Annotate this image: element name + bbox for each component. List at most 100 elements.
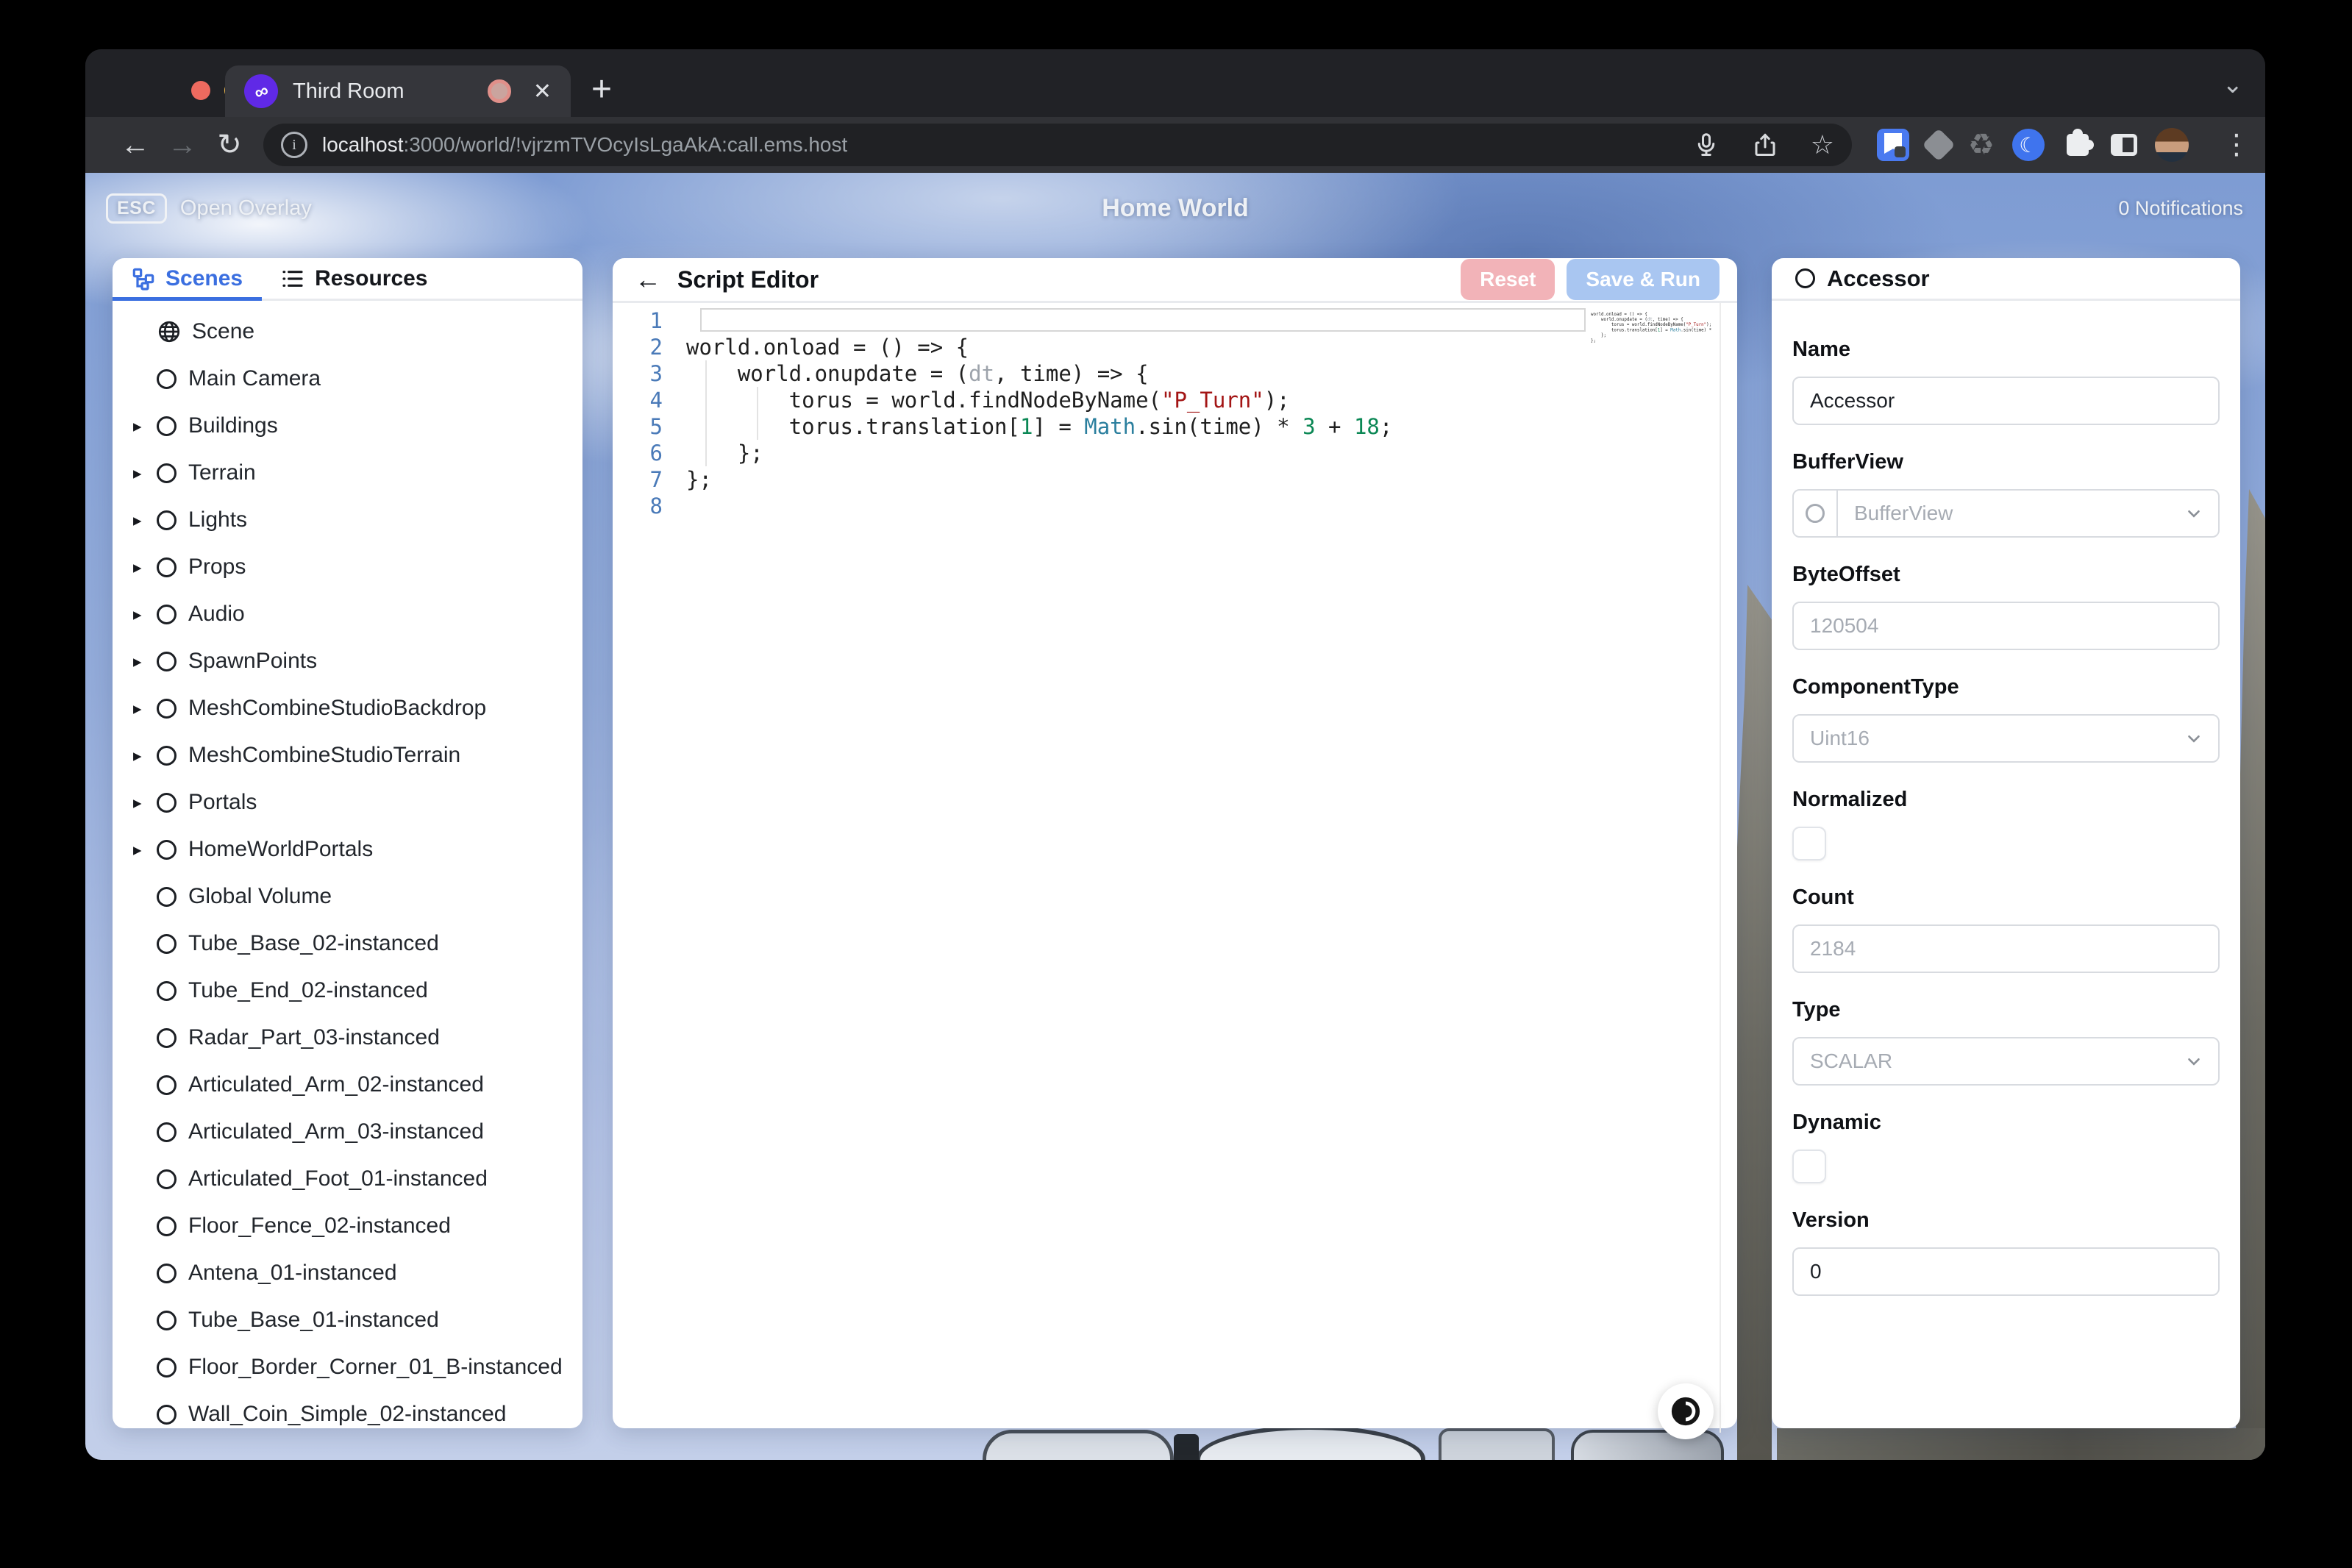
code-editor[interactable]: 12world.onload = () => {3 world.onupdate…	[613, 303, 1737, 1433]
code-line[interactable]: 2world.onload = () => {	[613, 334, 1737, 360]
tree-caret-icon[interactable]: ▸	[133, 557, 157, 577]
tree-item-label: HomeWorldPortals	[188, 837, 373, 862]
name-input[interactable]: Accessor	[1792, 377, 2220, 425]
tree-item-terrain[interactable]: ▸Terrain	[113, 449, 582, 496]
tree-item-audio[interactable]: ▸ Audio	[113, 591, 582, 638]
side-panel-icon[interactable]	[2111, 134, 2137, 156]
tab-overflow-icon[interactable]: ⌄	[2223, 70, 2244, 99]
tree-item-tube-base-02-instanced[interactable]: Tube_Base_02-instanced	[113, 920, 582, 967]
tree-item-tube-end-02-instanced[interactable]: Tube_End_02-instanced	[113, 967, 582, 1014]
code-line[interactable]: 3 world.onupdate = (dt, time) => {	[613, 360, 1737, 387]
extensions-puzzle-icon[interactable]	[2067, 134, 2089, 156]
url-text[interactable]: localhost:3000/world/!vjrzmTVOcyIsLgaAkA…	[322, 133, 847, 157]
new-tab-button[interactable]: +	[591, 67, 612, 113]
traffic-close-button[interactable]	[191, 81, 210, 100]
save-run-button[interactable]: Save & Run	[1567, 259, 1720, 300]
mic-icon[interactable]	[1693, 132, 1720, 158]
contrast-icon	[1670, 1396, 1701, 1427]
tree-item-lights[interactable]: ▸Lights	[113, 496, 582, 544]
ext-password-manager-icon[interactable]	[1877, 129, 1909, 161]
address-bar[interactable]: i localhost:3000/world/!vjrzmTVOcyIsLgaA…	[263, 124, 1852, 166]
tree-item-label: SpawnPoints	[188, 649, 317, 674]
dynamic-checkbox[interactable]	[1792, 1150, 1826, 1183]
tree-item-floor-fence-02-instanced[interactable]: Floor_Fence_02-instanced	[113, 1202, 582, 1250]
tree-item-tube-base-01-instanced[interactable]: Tube_Base_01-instanced	[113, 1297, 582, 1344]
tree-item-label: Tube_Base_02-instanced	[188, 931, 439, 956]
back-button[interactable]: ←	[112, 130, 159, 160]
tree-item-articulated-arm-03-instanced[interactable]: Articulated_Arm_03-instanced	[113, 1108, 582, 1155]
tab-scenes[interactable]: Scenes	[113, 258, 262, 299]
tree-item-props[interactable]: ▸Props	[113, 544, 582, 591]
node-circle-icon	[157, 557, 177, 577]
tree-caret-icon[interactable]: ▸	[133, 793, 157, 813]
reload-button[interactable]: ↻	[206, 130, 253, 160]
browser-menu-icon[interactable]: ⋮	[2223, 131, 2251, 159]
tree-item-spawnpoints[interactable]: ▸ SpawnPoints	[113, 638, 582, 685]
componenttype-select[interactable]: Uint16	[1792, 714, 2220, 763]
tree-item-scene[interactable]: Scene	[113, 308, 582, 355]
tree-item-radar-part-03-instanced[interactable]: Radar_Part_03-instanced	[113, 1014, 582, 1061]
byteoffset-input[interactable]: 120504	[1792, 602, 2220, 650]
theme-toggle-button[interactable]	[1658, 1383, 1714, 1439]
chevron-down-icon	[2184, 729, 2203, 748]
bookmark-star-icon[interactable]: ☆	[1811, 132, 1834, 158]
tree-item-articulated-foot-01-instanced[interactable]: Articulated_Foot_01-instanced	[113, 1155, 582, 1202]
tree-caret-icon[interactable]: ▸	[133, 416, 157, 436]
node-circle-icon	[157, 699, 177, 719]
tree-caret-icon[interactable]: ▸	[133, 699, 157, 719]
tree-item-portals[interactable]: ▸Portals	[113, 779, 582, 826]
site-info-icon[interactable]: i	[281, 132, 307, 158]
version-input[interactable]: 0	[1792, 1247, 2220, 1296]
tree-item-main-camera[interactable]: Main Camera	[113, 355, 582, 402]
tree-caret-icon[interactable]: ▸	[133, 652, 157, 671]
type-select[interactable]: SCALAR	[1792, 1037, 2220, 1086]
minimap[interactable]: world.onload = () => { world.onupdate = …	[1591, 306, 1714, 438]
tree-item-global-volume[interactable]: Global Volume	[113, 873, 582, 920]
code-line[interactable]: 1	[613, 307, 1737, 334]
bufferview-select[interactable]: BufferView	[1792, 489, 2220, 538]
tree-item-label: Radar_Part_03-instanced	[188, 1025, 440, 1050]
tree-item-buildings[interactable]: ▸Buildings	[113, 402, 582, 449]
tree-caret-icon[interactable]: ▸	[133, 840, 157, 860]
browser-window: ∞ Third Room ✕ + ⌄ ← → ↻ i localhost:300…	[85, 49, 2265, 1460]
tab-resources[interactable]: Resources	[262, 258, 446, 299]
reset-button[interactable]: Reset	[1461, 259, 1555, 300]
browser-tab[interactable]: ∞ Third Room ✕	[225, 65, 571, 117]
ext-recycle-icon[interactable]: ♻	[1968, 130, 1995, 160]
code-line[interactable]: 7};	[613, 466, 1737, 493]
tree-item-wall-coin-simple-02-instanced[interactable]: Wall_Coin_Simple_02-instanced	[113, 1391, 582, 1426]
code-line[interactable]: 6 };	[613, 440, 1737, 466]
chevron-down-icon	[2184, 504, 2203, 523]
tab-close-icon[interactable]: ✕	[533, 79, 552, 104]
profile-avatar[interactable]	[2155, 128, 2189, 162]
ext-diamond-icon[interactable]	[1922, 128, 1955, 161]
open-overlay-label[interactable]: Open Overlay	[180, 196, 312, 221]
notifications-count[interactable]: 0 Notifications	[2118, 197, 2243, 220]
node-circle-icon	[157, 1122, 177, 1142]
tree-caret-icon[interactable]: ▸	[133, 605, 157, 624]
tree-item-meshcombinestudioterrain[interactable]: ▸MeshCombineStudioTerrain	[113, 732, 582, 779]
tree-item-meshcombinestudiobackdrop[interactable]: ▸MeshCombineStudioBackdrop	[113, 685, 582, 732]
tree-caret-icon[interactable]: ▸	[133, 746, 157, 766]
share-icon[interactable]	[1752, 132, 1778, 158]
tree-item-articulated-arm-02-instanced[interactable]: Articulated_Arm_02-instanced	[113, 1061, 582, 1108]
code-line[interactable]: 4 torus = world.findNodeByName("P_Turn")…	[613, 387, 1737, 413]
script-editor-panel: ← Script Editor Reset Save & Run 12world…	[613, 258, 1737, 1428]
editor-back-icon[interactable]: ←	[635, 266, 661, 293]
ext-dark-mode-icon[interactable]: ☾	[2012, 129, 2045, 161]
tree-item-label: Floor_Border_Corner_01_B-instanced	[188, 1355, 563, 1380]
world-viewport[interactable]: ESC Open Overlay Home World 0 Notificati…	[85, 173, 2265, 1460]
tab-strip: ∞ Third Room ✕ + ⌄	[85, 49, 2265, 117]
node-circle-icon	[157, 1216, 177, 1236]
tree-caret-icon[interactable]: ▸	[133, 510, 157, 530]
tree-item-antena-01-instanced[interactable]: Antena_01-instanced	[113, 1250, 582, 1297]
tree-item-label: Audio	[188, 602, 245, 627]
tree-item-homeworldportals[interactable]: ▸ HomeWorldPortals	[113, 826, 582, 873]
code-line[interactable]: 8	[613, 493, 1737, 519]
indent-guide	[757, 387, 758, 440]
tree-item-floor-border-corner-01-b-instanced[interactable]: Floor_Border_Corner_01_B-instanced	[113, 1344, 582, 1391]
normalized-checkbox[interactable]	[1792, 827, 1826, 860]
code-line[interactable]: 5 torus.translation[1] = Math.sin(time) …	[613, 413, 1737, 440]
count-input[interactable]: 2184	[1792, 924, 2220, 973]
tree-caret-icon[interactable]: ▸	[133, 463, 157, 483]
